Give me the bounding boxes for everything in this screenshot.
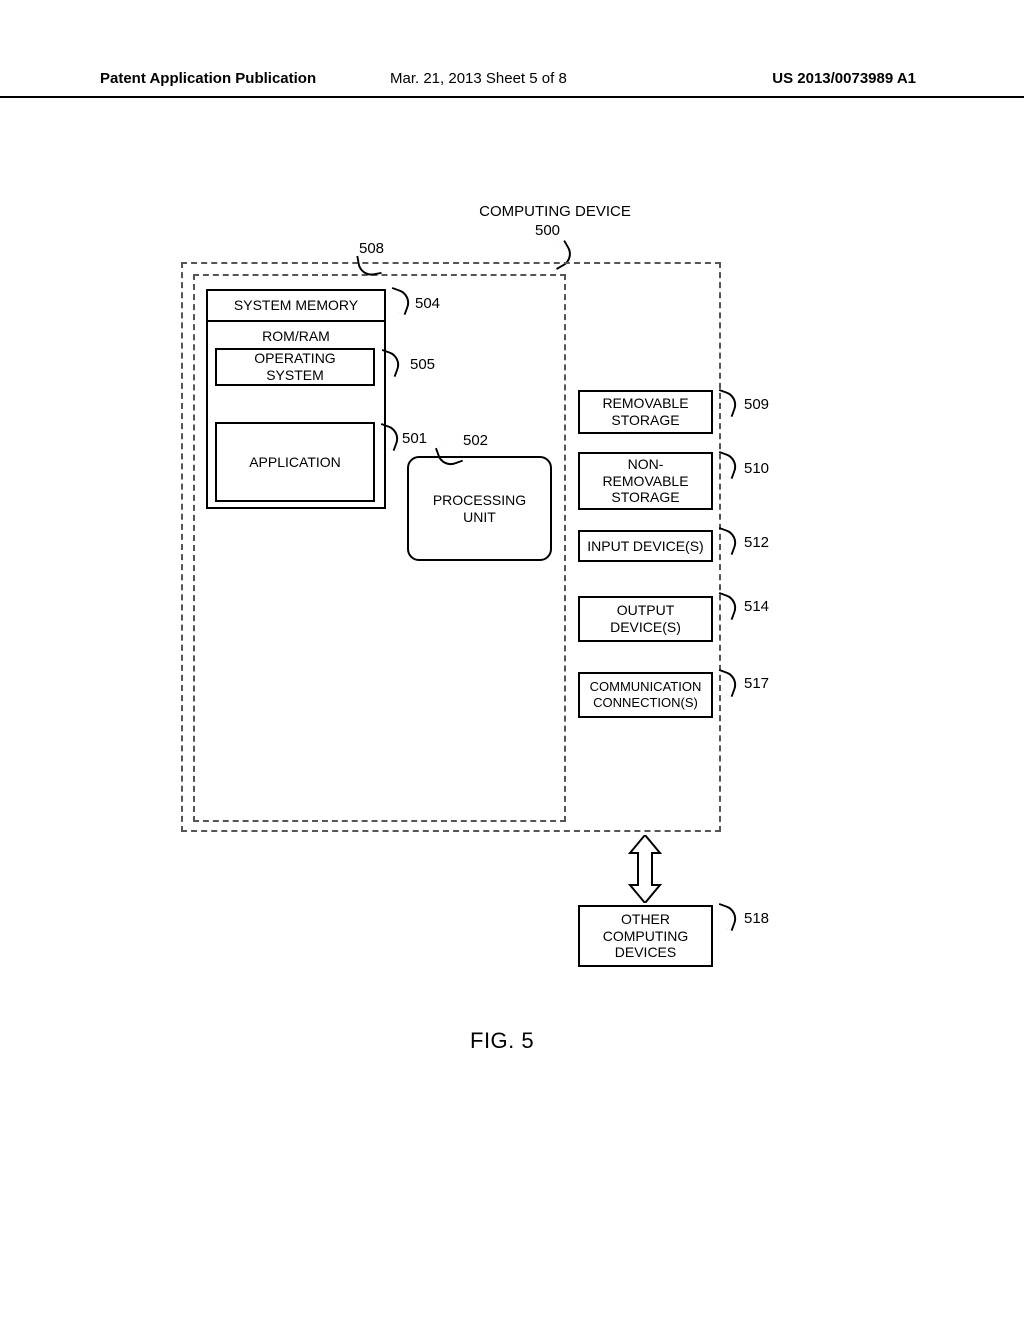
ref-504: 504 <box>415 295 440 312</box>
figure-caption: FIG. 5 <box>470 1028 534 1054</box>
ref-501: 501 <box>402 430 427 447</box>
ref-509: 509 <box>744 396 769 413</box>
removable-storage-box: REMOVABLE STORAGE <box>578 390 713 434</box>
system-memory-header: SYSTEM MEMORY <box>208 291 384 314</box>
nonremovable-storage-box: NON- REMOVABLE STORAGE <box>578 452 713 510</box>
bidirectional-arrow-icon <box>620 835 670 903</box>
processing-unit-box: PROCESSING UNIT <box>407 456 552 561</box>
leader-518 <box>712 903 740 931</box>
ref-514: 514 <box>744 598 769 615</box>
other-devices-box: OTHER COMPUTING DEVICES <box>578 905 713 967</box>
system-memory-sub: ROM/RAM <box>208 320 384 345</box>
output-devices-box: OUTPUT DEVICE(S) <box>578 596 713 642</box>
ref-502: 502 <box>463 432 488 449</box>
title-ref: 500 <box>535 222 560 239</box>
ref-517: 517 <box>744 675 769 692</box>
input-devices-box: INPUT DEVICE(S) <box>578 530 713 562</box>
operating-system-box: OPERATING SYSTEM <box>215 348 375 386</box>
ref-512: 512 <box>744 534 769 551</box>
ref-518: 518 <box>744 910 769 927</box>
communication-box: COMMUNICATION CONNECTION(S) <box>578 672 713 718</box>
ref-510: 510 <box>744 460 769 477</box>
title-label: COMPUTING DEVICE <box>470 203 640 221</box>
ref-505: 505 <box>410 356 435 373</box>
diagram-area: COMPUTING DEVICE 500 508 SYSTEM MEMORY R… <box>0 0 1024 1320</box>
application-box: APPLICATION <box>215 422 375 502</box>
